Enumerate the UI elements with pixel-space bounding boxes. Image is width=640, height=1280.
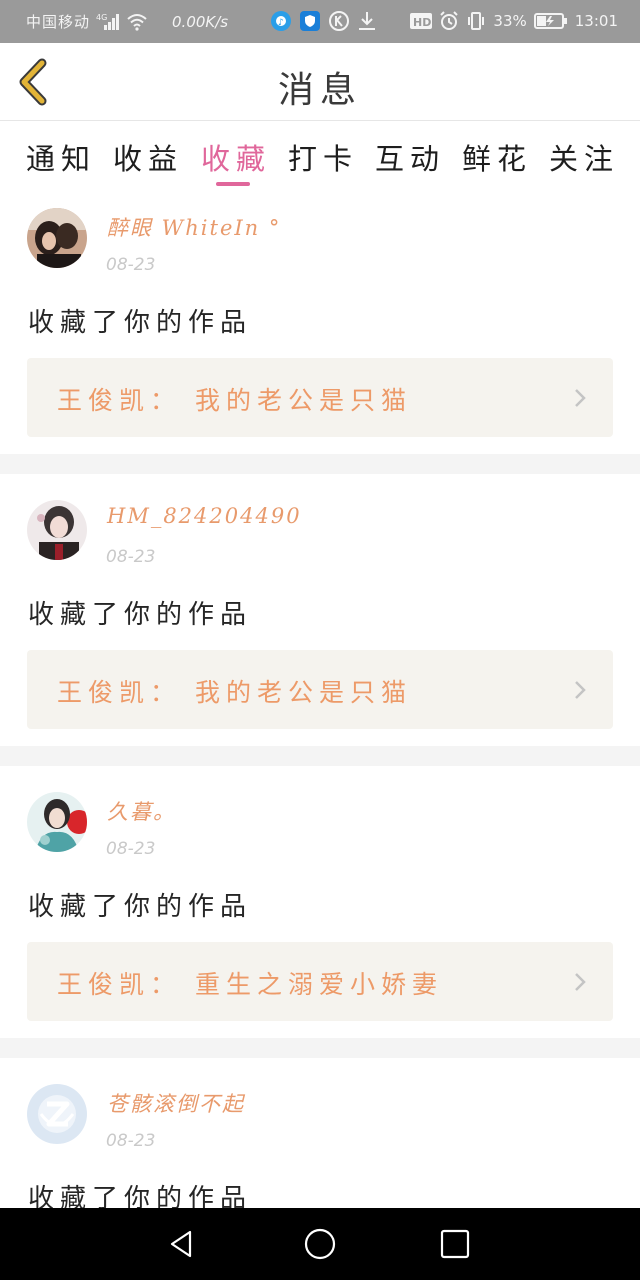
section-divider bbox=[0, 454, 640, 474]
clock: 13:01 bbox=[574, 12, 618, 30]
notification-action: 收藏了你的作品 bbox=[28, 308, 253, 338]
wifi-icon bbox=[126, 13, 148, 31]
username[interactable]: 久暮。 bbox=[107, 796, 176, 826]
shield-app-icon bbox=[299, 10, 321, 32]
notification-item: HM_824204490 08-23 收藏了你的作品 王俊凯： 我的老公是只猫 bbox=[0, 474, 640, 736]
username[interactable]: 醉眼 WhiteIn ° bbox=[107, 212, 281, 242]
home-circle-icon[interactable] bbox=[302, 1226, 338, 1262]
work-title: 王俊凯： 我的老公是只猫 bbox=[57, 386, 412, 415]
tab-favorites[interactable]: 收藏 bbox=[201, 136, 271, 178]
status-left: 中国移动 4G 0.00K/s bbox=[26, 11, 228, 32]
chevron-right-icon bbox=[575, 681, 586, 699]
notification-icons: ♪ bbox=[270, 10, 377, 32]
avatar-photo-icon bbox=[27, 792, 87, 852]
notification-date: 08-23 bbox=[106, 547, 156, 567]
chevron-right-icon bbox=[575, 973, 586, 991]
user-avatar[interactable] bbox=[27, 208, 87, 268]
notification-date: 08-23 bbox=[106, 1131, 156, 1151]
active-tab-indicator bbox=[216, 182, 250, 186]
back-triangle-icon[interactable] bbox=[164, 1226, 200, 1262]
avatar-photo-icon bbox=[27, 500, 87, 560]
default-avatar-icon bbox=[27, 1084, 87, 1144]
vibrate-icon bbox=[466, 11, 486, 31]
system-nav-bar bbox=[0, 1208, 640, 1280]
music-app-icon: ♪ bbox=[270, 10, 292, 32]
network-speed: 0.00K/s bbox=[172, 12, 229, 31]
k-app-icon bbox=[328, 10, 350, 32]
tab-notice[interactable]: 通知 bbox=[26, 136, 96, 178]
chevron-right-icon bbox=[575, 389, 586, 407]
recents-square-icon[interactable] bbox=[437, 1226, 473, 1262]
tab-checkin[interactable]: 打卡 bbox=[288, 136, 358, 178]
status-right: HD 33% 13:01 bbox=[410, 11, 618, 31]
user-avatar[interactable] bbox=[27, 1084, 87, 1144]
carrier-name: 中国移动 bbox=[26, 13, 91, 31]
notification-item: 醉眼 WhiteIn ° 08-23 收藏了你的作品 王俊凯： 我的老公是只猫 bbox=[0, 192, 640, 454]
work-link[interactable]: 王俊凯： 我的老公是只猫 bbox=[27, 650, 613, 729]
avatar-photo-icon bbox=[27, 208, 87, 268]
status-bar: 中国移动 4G 0.00K/s ♪ HD 33% 13:01 bbox=[0, 0, 640, 43]
category-tabs: 通知 收益 收藏 打卡 互动 鲜花 关注 bbox=[0, 122, 640, 192]
battery-icon bbox=[533, 13, 568, 29]
signal-icon: 4G bbox=[96, 13, 120, 31]
section-divider bbox=[0, 746, 640, 766]
user-avatar[interactable] bbox=[27, 500, 87, 560]
tab-follow[interactable]: 关注 bbox=[549, 136, 619, 178]
notification-action: 收藏了你的作品 bbox=[28, 600, 253, 630]
battery-percent: 33% bbox=[493, 12, 527, 30]
alarm-icon bbox=[439, 11, 459, 31]
network-type: 4G bbox=[96, 13, 107, 22]
section-divider bbox=[0, 1038, 640, 1058]
work-link[interactable]: 王俊凯： 重生之溺爱小娇妻 bbox=[27, 942, 613, 1021]
notification-item: 久暮。 08-23 收藏了你的作品 王俊凯： 重生之溺爱小娇妻 bbox=[0, 766, 640, 1028]
username[interactable]: 苍骸滚倒不起 bbox=[107, 1088, 245, 1118]
hd-icon: HD bbox=[410, 12, 433, 30]
tab-income[interactable]: 收益 bbox=[113, 136, 183, 178]
svg-text:♪: ♪ bbox=[278, 18, 284, 28]
tab-interaction[interactable]: 互动 bbox=[375, 136, 445, 178]
username[interactable]: HM_824204490 bbox=[107, 504, 302, 528]
notification-action: 收藏了你的作品 bbox=[28, 892, 253, 922]
work-link[interactable]: 王俊凯： 我的老公是只猫 bbox=[27, 358, 613, 437]
download-icon bbox=[357, 10, 377, 32]
app-header: 消息 bbox=[0, 43, 640, 121]
tab-flowers[interactable]: 鲜花 bbox=[462, 136, 532, 178]
work-title: 王俊凯： 我的老公是只猫 bbox=[57, 678, 412, 707]
notification-item: 苍骸滚倒不起 08-23 收藏了你的作品 bbox=[0, 1058, 640, 1218]
notification-date: 08-23 bbox=[106, 255, 156, 275]
page-title: 消息 bbox=[277, 70, 362, 111]
work-title: 王俊凯： 重生之溺爱小娇妻 bbox=[57, 970, 443, 999]
user-avatar[interactable] bbox=[27, 792, 87, 852]
hd-label: HD bbox=[413, 16, 431, 29]
notification-date: 08-23 bbox=[106, 839, 156, 859]
